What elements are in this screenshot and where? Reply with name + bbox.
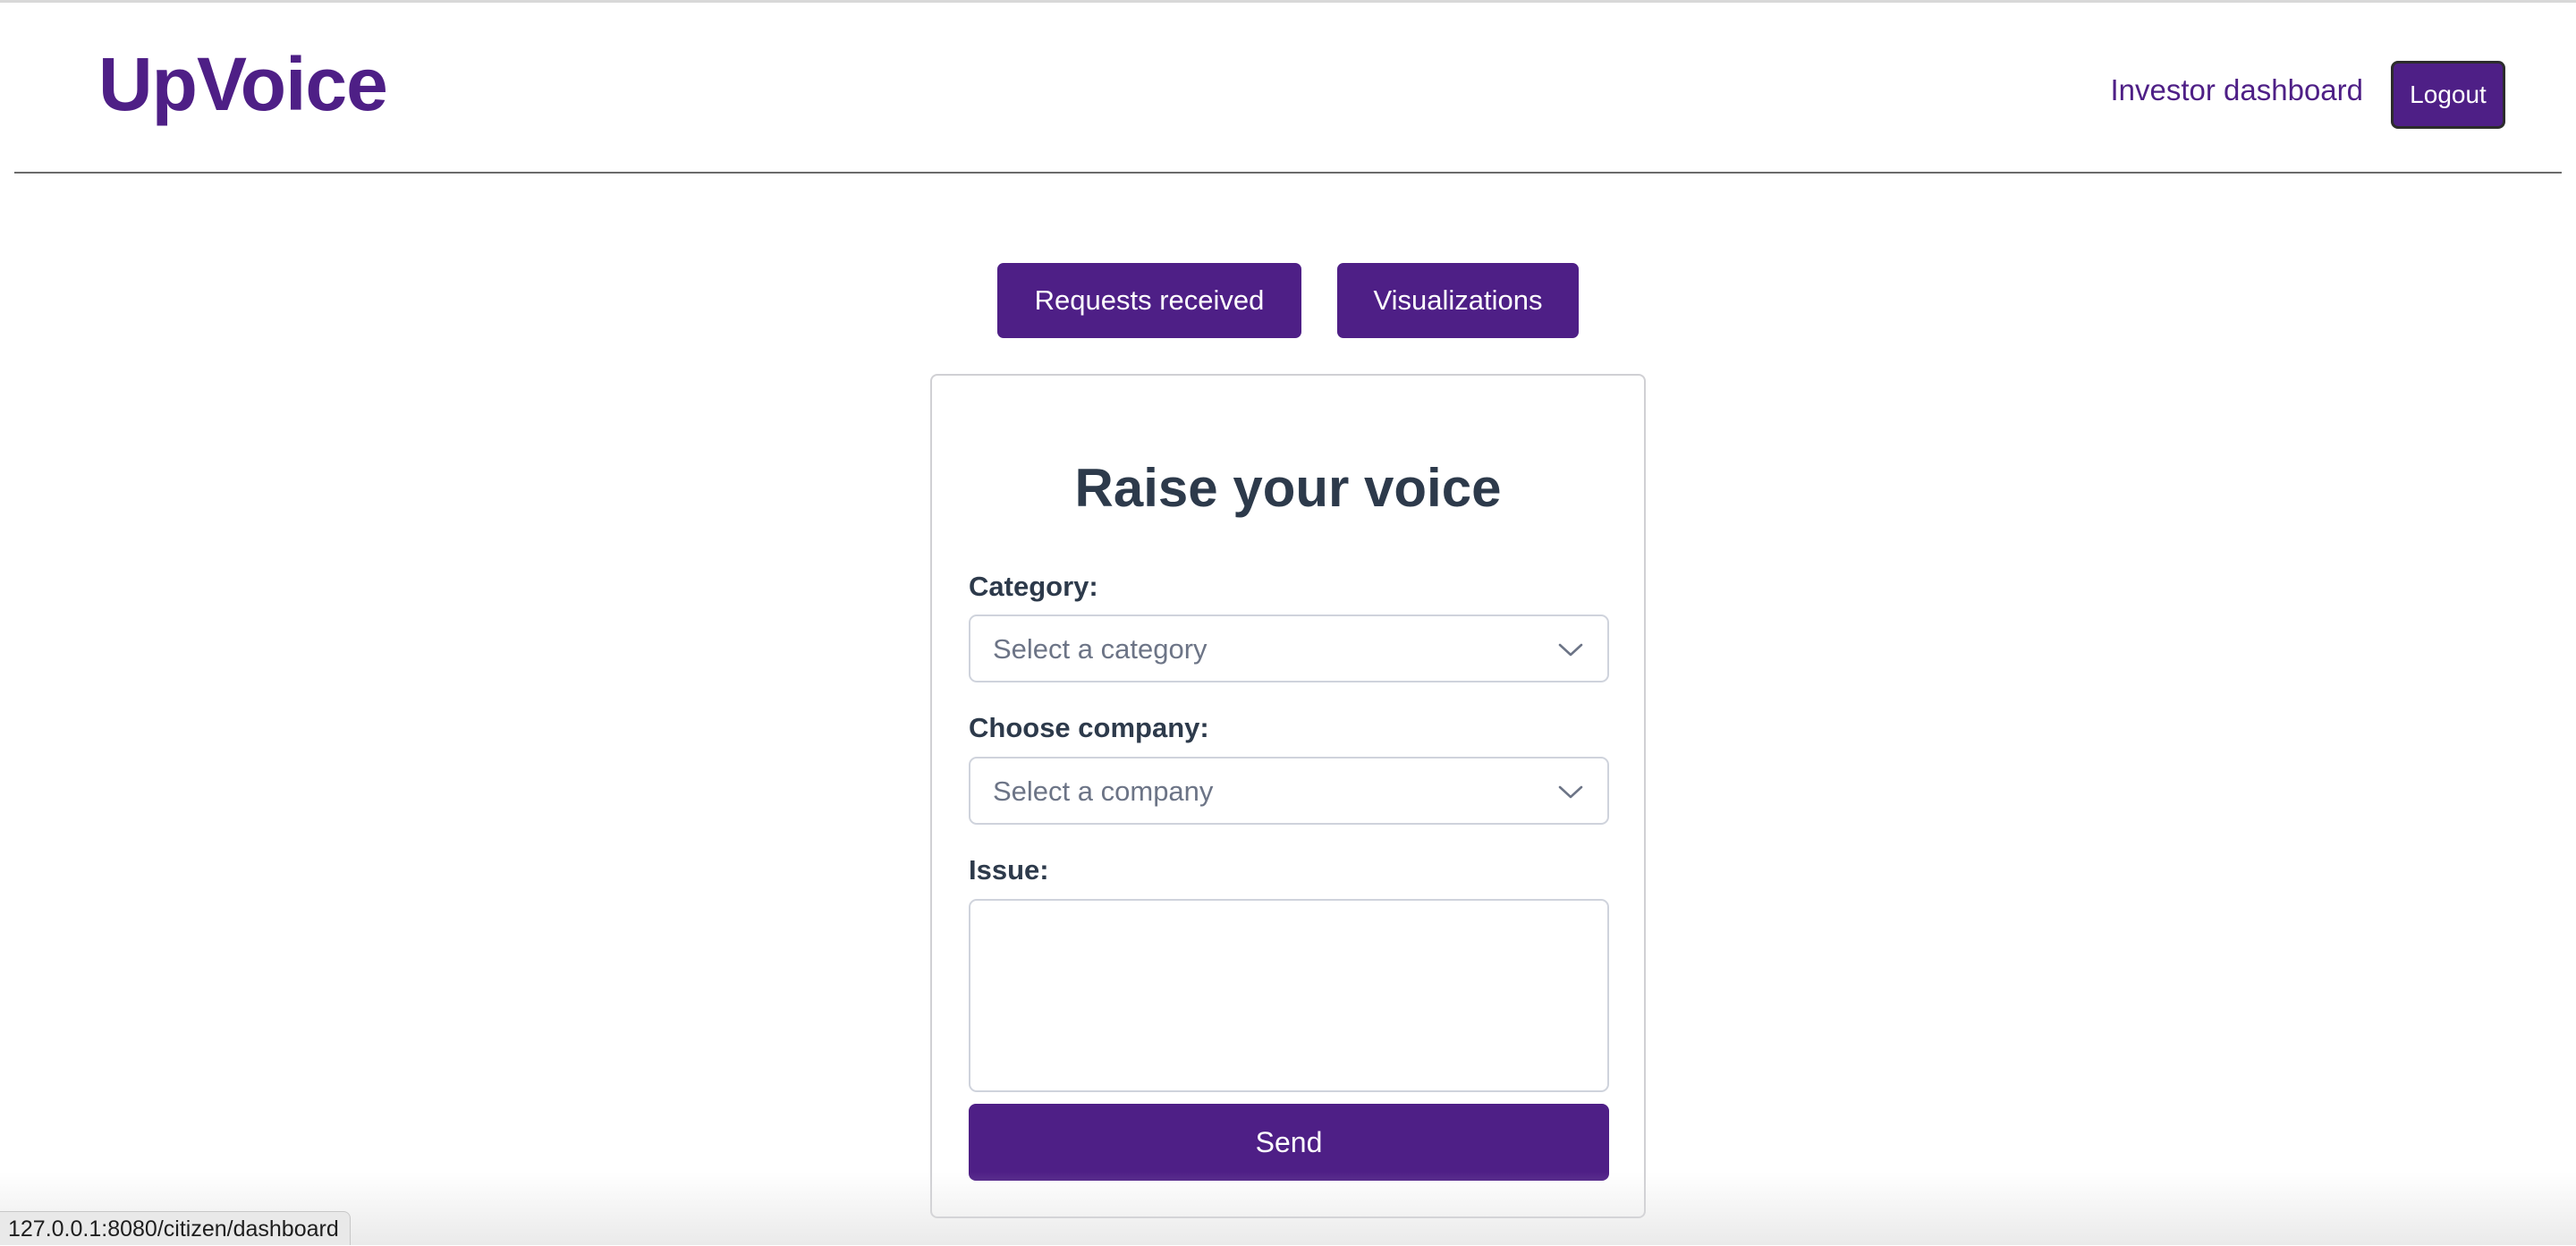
company-select-value: Select a company bbox=[993, 776, 1214, 807]
requests-received-button[interactable]: Requests received bbox=[997, 263, 1301, 338]
company-select[interactable]: Select a company bbox=[969, 757, 1609, 825]
chevron-down-icon bbox=[1558, 785, 1583, 799]
status-bar-url: 127.0.0.1:8080/citizen/dashboard bbox=[0, 1211, 351, 1245]
logout-button[interactable]: Logout bbox=[2391, 61, 2505, 129]
company-label: Choose company: bbox=[969, 712, 1209, 743]
raise-voice-form: Raise your voice Category: Select a cate… bbox=[930, 374, 1646, 1218]
investor-dashboard-link[interactable]: Investor dashboard bbox=[2110, 75, 2363, 105]
send-button[interactable]: Send bbox=[969, 1104, 1609, 1181]
issue-textarea[interactable] bbox=[969, 899, 1609, 1092]
visualizations-button[interactable]: Visualizations bbox=[1337, 263, 1579, 338]
category-select-value: Select a category bbox=[993, 633, 1208, 665]
chevron-down-icon bbox=[1558, 643, 1583, 657]
category-label: Category: bbox=[969, 571, 1098, 602]
header-divider bbox=[14, 172, 2562, 174]
app-logo[interactable]: UpVoice bbox=[98, 47, 388, 122]
issue-label: Issue: bbox=[969, 854, 1049, 886]
form-title: Raise your voice bbox=[1074, 458, 1502, 518]
browser-top-edge bbox=[0, 0, 2576, 3]
category-select[interactable]: Select a category bbox=[969, 615, 1609, 682]
